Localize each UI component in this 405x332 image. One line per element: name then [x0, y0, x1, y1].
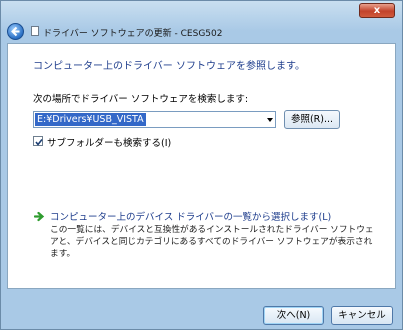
window-title: ドライバー ソフトウェアの更新 - CESG502: [43, 29, 223, 39]
arrow-left-icon: [11, 26, 20, 37]
pick-from-list-link[interactable]: コンピューター上のデバイス ドライバーの一覧から選択します(L): [50, 209, 331, 223]
close-button[interactable]: x: [359, 3, 395, 18]
checkmark-icon: [35, 139, 43, 146]
include-subfolders-label[interactable]: サブフォルダーも検索する(I): [47, 135, 171, 149]
driver-path-combobox[interactable]: E:¥Drivers¥USB_VISTA: [33, 111, 276, 128]
page-heading: コンピューター上のドライバー ソフトウェアを参照します。: [33, 61, 305, 72]
back-button[interactable]: [7, 23, 24, 40]
driver-path-value[interactable]: E:¥Drivers¥USB_VISTA: [35, 113, 146, 126]
driver-document-icon: [31, 26, 39, 36]
green-arrow-right-icon: [34, 211, 45, 222]
search-location-label: 次の場所でドライバー ソフトウェアを検索します:: [33, 94, 249, 105]
dialog-content: コンピューター上のドライバー ソフトウェアを参照します。 次の場所でドライバー …: [7, 43, 396, 289]
cancel-button[interactable]: キャンセル: [331, 306, 393, 325]
pick-from-list-description: この一覧には、デバイスと互換性があるインストールされたドライバー ソフトウェアと…: [50, 225, 374, 259]
chevron-down-icon[interactable]: [267, 118, 273, 122]
browse-button[interactable]: 参照(R)...: [284, 110, 340, 129]
title-bar: ドライバー ソフトウェアの更新 - CESG502 x: [1, 1, 402, 43]
next-button[interactable]: 次へ(N): [263, 306, 324, 325]
driver-update-window: ドライバー ソフトウェアの更新 - CESG502 x コンピューター上のドライ…: [0, 0, 403, 330]
include-subfolders-checkbox[interactable]: [33, 136, 43, 146]
